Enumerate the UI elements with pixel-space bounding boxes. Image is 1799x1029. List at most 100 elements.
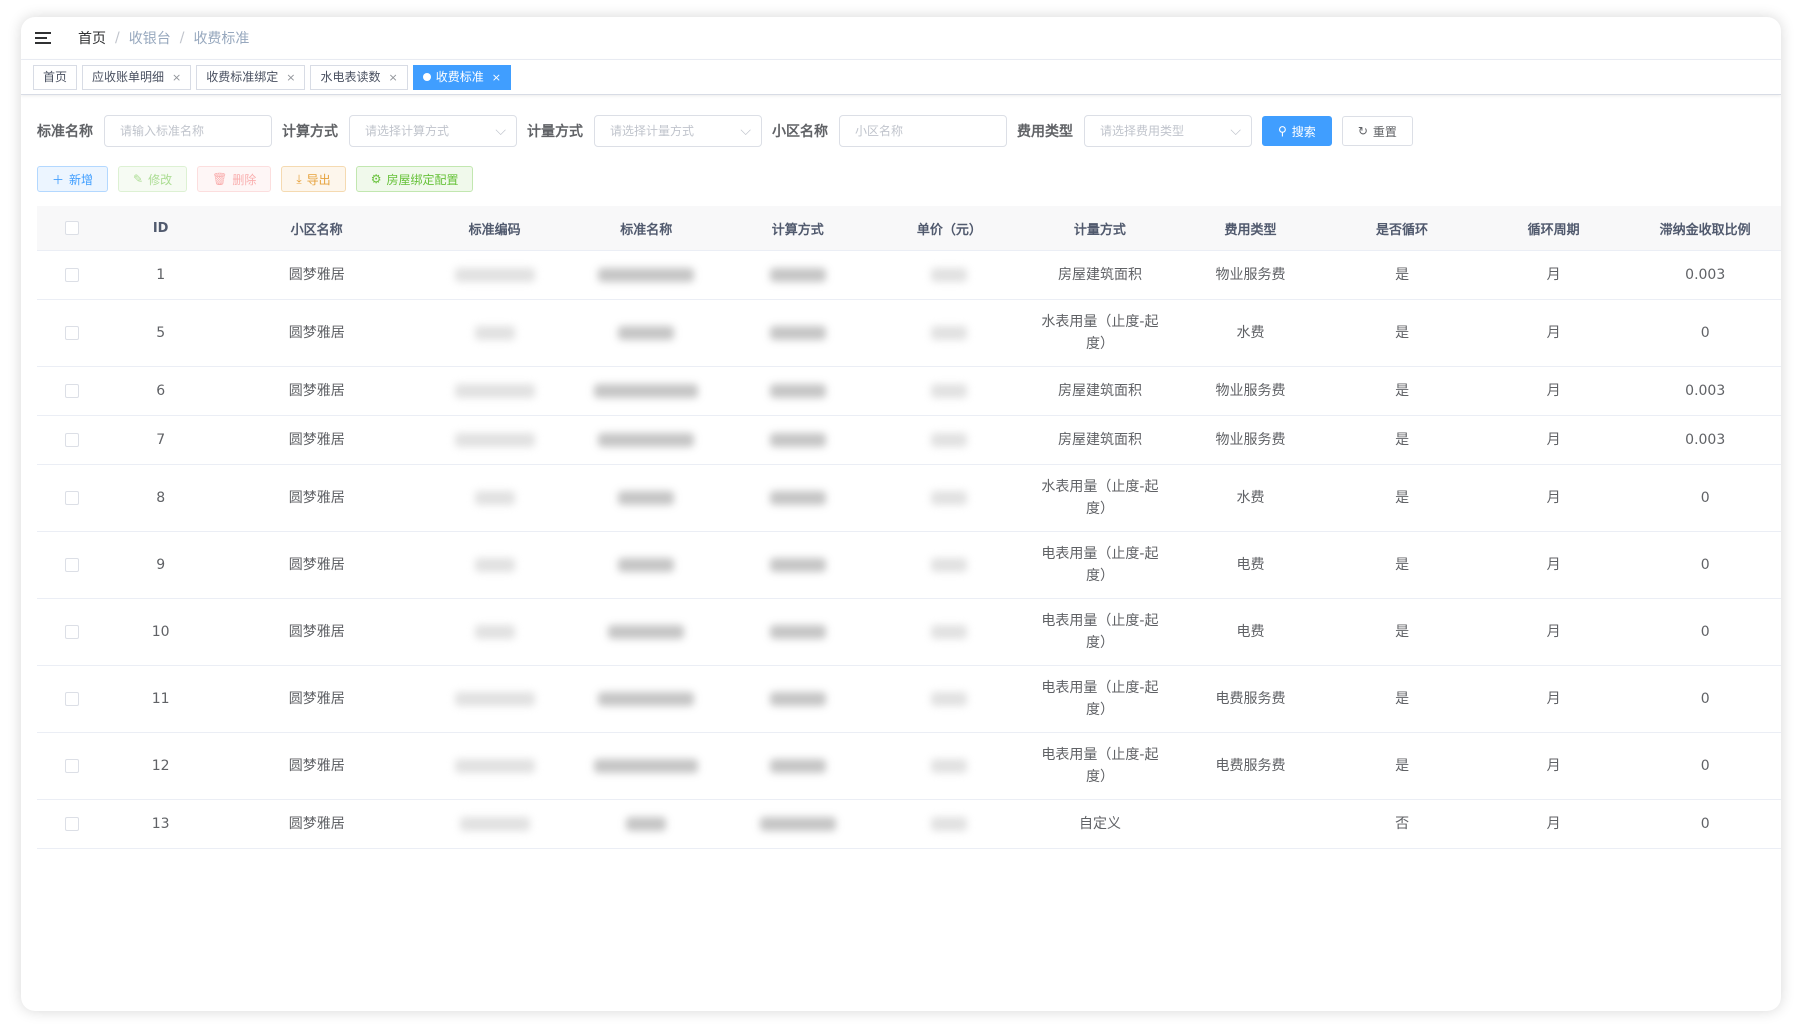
header-late-fee-rate[interactable]: 滞纳金收取比例 <box>1629 219 1781 238</box>
delete-button[interactable]: 🗑 删除 <box>197 166 272 192</box>
header-measure-method[interactable]: 计量方式 <box>1025 219 1175 238</box>
house-binding-config-button[interactable]: ⚙ 房屋绑定配置 <box>355 166 474 192</box>
row-checkbox[interactable] <box>64 384 79 398</box>
fee-type-select[interactable]: 请选择费用类型 ⌵ <box>1084 115 1252 147</box>
table-row[interactable]: 7 圆梦雅居 房屋建筑面积 物业服务费 是 月 0.003 <box>37 416 1781 465</box>
table-row[interactable]: 10 圆梦雅居 电表用量（止度-起度） 电费 是 月 0 <box>37 599 1781 666</box>
header-is-loop[interactable]: 是否循环 <box>1326 219 1478 238</box>
row-checkbox[interactable] <box>64 268 79 282</box>
chevron-down-icon: ⌵ <box>1230 123 1241 139</box>
row-select <box>37 491 107 505</box>
row-checkbox[interactable] <box>64 692 79 706</box>
placeholder: 小区名称 <box>855 124 904 138</box>
header-calc-method[interactable]: 计算方式 <box>722 219 874 238</box>
cell-calc-redacted <box>722 429 874 451</box>
cell-id: 1 <box>156 267 166 283</box>
cell-late-fee-rate: 0.003 <box>1685 432 1726 448</box>
placeholder: 请选择费用类型 <box>1100 124 1185 138</box>
cell-is-loop: 是 <box>1395 490 1410 506</box>
header-id[interactable]: ID <box>107 221 215 236</box>
row-select <box>37 433 107 447</box>
row-select <box>37 692 107 706</box>
search-button[interactable]: ⚲ 搜索 <box>1262 116 1332 146</box>
edit-button[interactable]: ✎ 修改 <box>118 166 188 192</box>
cell-measure-method: 自定义 <box>1078 816 1121 832</box>
standard-name-input[interactable]: 请输入标准名称 <box>104 115 272 147</box>
table-row[interactable]: 6 圆梦雅居 房屋建筑面积 物业服务费 是 月 0.003 <box>37 367 1781 416</box>
row-checkbox[interactable] <box>64 558 79 572</box>
cell-is-loop: 是 <box>1395 325 1410 341</box>
header-loop-period[interactable]: 循环周期 <box>1478 219 1630 238</box>
table-header: ID 小区名称 标准编码 标准名称 计算方式 单价（元） 计量方式 费用类型 是… <box>37 206 1781 251</box>
cell-name-redacted <box>570 688 722 710</box>
row-checkbox[interactable] <box>64 817 79 831</box>
cell-calc-redacted <box>722 688 874 710</box>
table-row[interactable]: 13 圆梦雅居 自定义 否 月 0 <box>37 800 1781 849</box>
cell-loop-period: 月 <box>1546 816 1561 832</box>
select-all-checkbox[interactable] <box>64 221 79 235</box>
placeholder: 请选择计算方式 <box>365 124 450 138</box>
header-fee-type[interactable]: 费用类型 <box>1175 219 1327 238</box>
cell-price-redacted <box>874 487 1026 509</box>
header-community[interactable]: 小区名称 <box>214 219 418 238</box>
cell-late-fee-rate: 0.003 <box>1685 383 1726 399</box>
row-checkbox[interactable] <box>64 433 79 447</box>
cell-name-redacted <box>570 322 722 344</box>
row-checkbox[interactable] <box>64 326 79 340</box>
cell-measure-method: 水表用量（止度-起度） <box>1041 314 1159 352</box>
table-row[interactable]: 5 圆梦雅居 水表用量（止度-起度） 水费 是 月 0 <box>37 300 1781 367</box>
cell-loop-period: 月 <box>1546 557 1561 573</box>
close-icon[interactable]: × <box>389 65 398 90</box>
cell-loop-period: 月 <box>1546 758 1561 774</box>
fee-type-label: 费用类型 <box>1017 124 1073 140</box>
table-row[interactable]: 12 圆梦雅居 电表用量（止度-起度） 电费服务费 是 月 0 <box>37 733 1781 800</box>
row-checkbox[interactable] <box>64 491 79 505</box>
cell-id: 5 <box>156 325 166 341</box>
breadcrumb-cashier[interactable]: 收银台 <box>129 28 171 48</box>
export-button[interactable]: ⤓ 导出 <box>281 166 346 192</box>
measure-method-select[interactable]: 请选择计量方式 ⌵ <box>594 115 762 147</box>
tab-home[interactable]: 首页 <box>33 64 78 90</box>
close-icon[interactable]: × <box>172 65 181 90</box>
table-row[interactable]: 1 圆梦雅居 房屋建筑面积 物业服务费 是 月 0.003 <box>37 251 1781 300</box>
cell-community: 圆梦雅居 <box>288 758 345 774</box>
table-body: 1 圆梦雅居 房屋建筑面积 物业服务费是月 0.003 5 圆梦雅居 水表用量（止度-起度）水… <box>37 251 1781 849</box>
calc-method-select[interactable]: 请选择计算方式 ⌵ <box>349 115 517 147</box>
cell-code-redacted <box>419 429 571 451</box>
cell-name-redacted <box>570 554 722 576</box>
menu-toggle-icon[interactable] <box>35 31 52 45</box>
tab-charge-standard[interactable]: 收费标准 × <box>412 64 511 90</box>
cell-is-loop: 是 <box>1395 624 1410 640</box>
edit-icon: ✎ <box>133 172 144 186</box>
community-name-input[interactable]: 小区名称 <box>839 115 1007 147</box>
row-checkbox[interactable] <box>64 625 79 639</box>
table-row[interactable]: 11 圆梦雅居 电表用量（止度-起度） 电费服务费 是 月 0 <box>37 666 1781 733</box>
tab-bill-detail[interactable]: 应收账单明细 × <box>82 64 192 90</box>
cell-is-loop: 是 <box>1395 267 1410 283</box>
header-code[interactable]: 标准编码 <box>419 219 571 238</box>
reset-button[interactable]: ↻ 重置 <box>1341 116 1413 146</box>
table-row[interactable]: 8 圆梦雅居 水表用量（止度-起度） 水费 是 月 0 <box>37 465 1781 532</box>
table-row[interactable]: 9 圆梦雅居 电表用量（止度-起度） 电费 是 月 0 <box>37 532 1781 599</box>
cell-calc-redacted <box>722 380 874 402</box>
add-button[interactable]: ＋ 新增 <box>37 166 109 192</box>
cell-community: 圆梦雅居 <box>288 490 345 506</box>
tab-meter-reading[interactable]: 水电表读数 × <box>310 64 408 90</box>
row-select <box>37 268 107 282</box>
cell-loop-period: 月 <box>1546 432 1561 448</box>
refresh-icon: ↻ <box>1357 124 1368 138</box>
tab-standard-binding[interactable]: 收费标准绑定 × <box>196 64 306 90</box>
cell-price-redacted <box>874 813 1026 835</box>
header-standard-name[interactable]: 标准名称 <box>570 219 722 238</box>
cell-calc-redacted <box>722 554 874 576</box>
header-unit-price[interactable]: 单价（元） <box>874 219 1026 238</box>
row-checkbox[interactable] <box>64 759 79 773</box>
cell-is-loop: 是 <box>1395 758 1410 774</box>
close-icon[interactable]: × <box>286 65 295 90</box>
cell-id: 11 <box>151 691 170 707</box>
cell-fee-type: 物业服务费 <box>1215 267 1286 283</box>
close-icon[interactable]: × <box>492 65 501 90</box>
breadcrumb-home[interactable]: 首页 <box>78 28 106 48</box>
cell-loop-period: 月 <box>1546 624 1561 640</box>
cell-is-loop: 是 <box>1395 557 1410 573</box>
